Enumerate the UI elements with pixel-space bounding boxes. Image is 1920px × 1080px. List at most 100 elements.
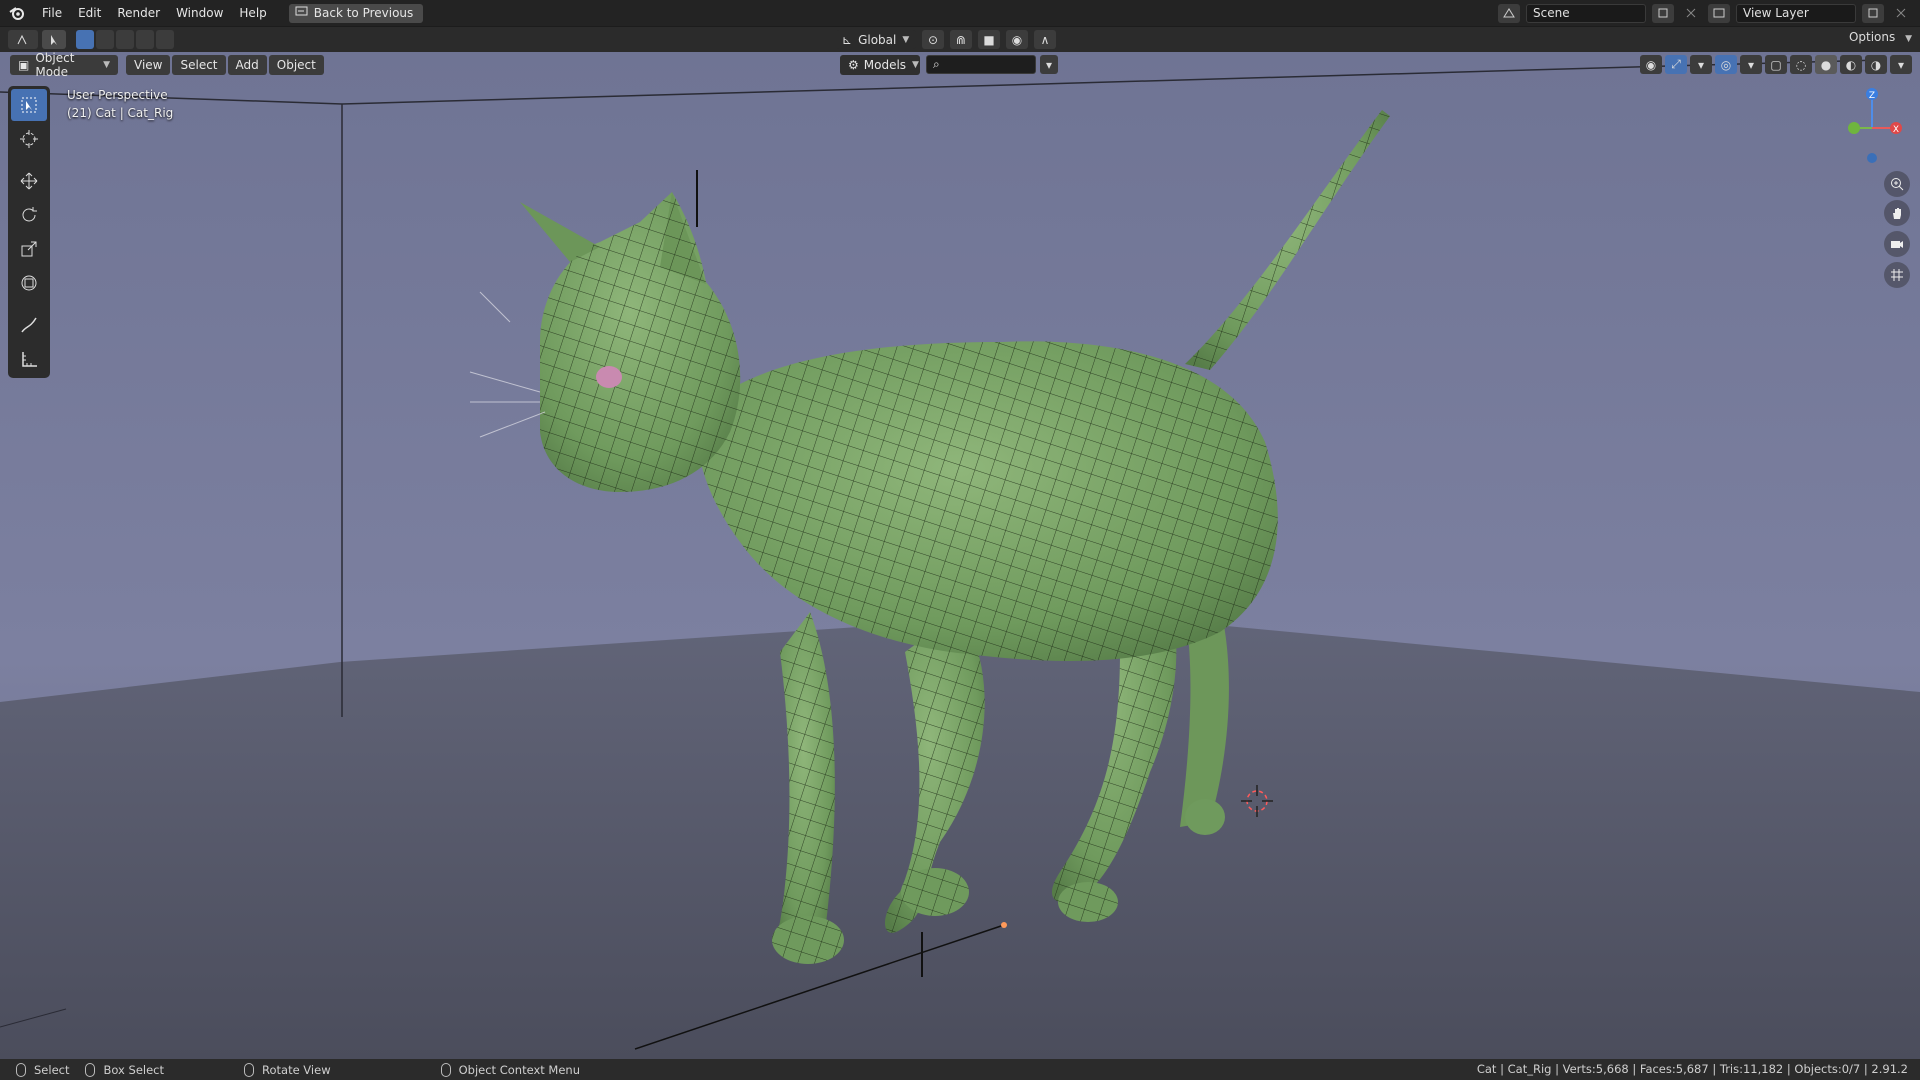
new-scene-icon[interactable] bbox=[1652, 3, 1674, 23]
gizmo-dropdown-icon[interactable]: ▾ bbox=[1690, 55, 1712, 74]
svg-text:X: X bbox=[1893, 125, 1899, 135]
measure-tool-icon[interactable] bbox=[11, 343, 47, 375]
status-context-menu: Object Context Menu bbox=[440, 1062, 580, 1077]
falloff-icon[interactable]: ∧ bbox=[1034, 30, 1056, 49]
status-box-select-label: Box Select bbox=[103, 1062, 164, 1077]
select-tool-icon[interactable] bbox=[42, 30, 66, 49]
annotate-tool-icon[interactable] bbox=[11, 309, 47, 341]
collection-filter: ⚙ Models ▼ ⌕ ▾ bbox=[840, 55, 1058, 75]
select-box-tool-icon[interactable] bbox=[11, 89, 47, 121]
overlay-dropdown-icon[interactable]: ▾ bbox=[1740, 55, 1762, 74]
back-to-previous-label: Back to Previous bbox=[313, 6, 414, 20]
topbar-right: Scene View Layer bbox=[1498, 0, 1920, 26]
view-layer-browse-icon[interactable] bbox=[1708, 3, 1730, 23]
search-input[interactable]: ⌕ bbox=[926, 55, 1036, 74]
object-mode-dropdown[interactable]: ▣ Object Mode ▼ bbox=[10, 51, 118, 79]
menu-object[interactable]: Object bbox=[268, 55, 324, 75]
scene-field[interactable]: Scene bbox=[1526, 3, 1646, 23]
chevron-down-icon: ▼ bbox=[902, 34, 910, 45]
rotate-tool-icon[interactable] bbox=[11, 199, 47, 231]
screen-icon bbox=[295, 6, 308, 20]
mouse-left-icon bbox=[16, 1062, 26, 1077]
mode-subtract-icon[interactable] bbox=[116, 30, 134, 49]
navigation-gizmo[interactable]: Z X bbox=[1842, 84, 1902, 164]
menu-select[interactable]: Select bbox=[172, 55, 226, 75]
orientation-dropdown[interactable]: ⊾ Global ▼ bbox=[836, 30, 916, 49]
menu-file[interactable]: File bbox=[34, 0, 70, 26]
scene-browse-icon[interactable] bbox=[1498, 3, 1520, 23]
wireframe-shading-icon[interactable]: ◌ bbox=[1790, 55, 1812, 74]
status-select: Select bbox=[16, 1062, 69, 1077]
chevron-down-icon: ▼ bbox=[1905, 34, 1912, 44]
orientation-icon: ⊾ bbox=[842, 32, 853, 47]
zoom-icon[interactable] bbox=[1884, 171, 1910, 197]
chevron-down-icon: ▼ bbox=[912, 60, 919, 70]
overlay-toggle-icon[interactable]: ◎ bbox=[1715, 55, 1737, 74]
mouse-right-icon bbox=[440, 1062, 451, 1077]
options-label: Options bbox=[1848, 30, 1896, 44]
editor-type-group bbox=[8, 30, 174, 49]
new-view-layer-icon[interactable] bbox=[1862, 3, 1884, 23]
proportional-edit-icon[interactable]: ◉ bbox=[1006, 30, 1028, 49]
delete-scene-icon[interactable] bbox=[1680, 4, 1702, 23]
scene-statistics: Cat | Cat_Rig | Verts:5,668 | Faces:5,68… bbox=[1476, 1062, 1908, 1076]
scale-tool-icon[interactable] bbox=[11, 233, 47, 265]
scene-name: Scene bbox=[1533, 6, 1570, 20]
solid-shading-icon[interactable]: ● bbox=[1815, 55, 1837, 74]
viewport-header: ▣ Object Mode ▼ View Select Add Object ⚙… bbox=[0, 51, 1920, 79]
blender-logo-icon[interactable] bbox=[0, 0, 34, 26]
menu-edit[interactable]: Edit bbox=[70, 0, 109, 26]
shading-dropdown-icon[interactable]: ▾ bbox=[1890, 55, 1912, 74]
orientation-label: Global bbox=[858, 32, 897, 47]
transform-tool-icon[interactable] bbox=[11, 267, 47, 299]
options-dropdown[interactable]: Options ▼ bbox=[1849, 30, 1912, 44]
transform-settings: ⊾ Global ▼ ⊙ ⋒ ■ ◉ ∧ bbox=[836, 30, 1056, 49]
menu-help[interactable]: Help bbox=[231, 0, 274, 26]
mode-difference-icon[interactable] bbox=[136, 30, 154, 49]
menu-window[interactable]: Window bbox=[168, 0, 231, 26]
svg-text:Z: Z bbox=[1869, 91, 1875, 101]
status-bar: Select Box Select Rotate View Object Con… bbox=[0, 1059, 1920, 1080]
search-icon: ⌕ bbox=[933, 57, 940, 71]
collection-dropdown[interactable]: ⚙ Models ▼ bbox=[840, 55, 920, 75]
mode-intersect-icon[interactable] bbox=[156, 30, 174, 49]
cursor-tool-icon[interactable] bbox=[11, 123, 47, 155]
pan-hand-icon[interactable] bbox=[1884, 200, 1910, 226]
rig-endpoint bbox=[1001, 922, 1007, 928]
menu-view[interactable]: View bbox=[126, 55, 171, 75]
status-box-select: Box Select bbox=[85, 1062, 164, 1077]
tool-settings-bar: ⊾ Global ▼ ⊙ ⋒ ■ ◉ ∧ Options ▼ bbox=[0, 26, 1920, 52]
view-layer-name: View Layer bbox=[1743, 6, 1809, 20]
status-context-label: Object Context Menu bbox=[458, 1062, 580, 1077]
axis-y-icon bbox=[1848, 122, 1860, 134]
mode-extend-icon[interactable] bbox=[96, 30, 114, 49]
3d-viewport[interactable] bbox=[0, 52, 1920, 1059]
pivot-point-icon[interactable]: ⊙ bbox=[922, 30, 944, 49]
filter-dropdown-icon[interactable]: ▾ bbox=[1040, 55, 1058, 74]
snap-target-icon[interactable]: ■ bbox=[978, 30, 1000, 49]
mouse-drag-icon bbox=[85, 1062, 96, 1077]
rendered-shading-icon[interactable]: ◑ bbox=[1865, 55, 1887, 74]
back-to-previous-button[interactable]: Back to Previous bbox=[288, 3, 424, 23]
camera-view-icon[interactable] bbox=[1884, 231, 1910, 257]
xray-toggle-icon[interactable]: ▢ bbox=[1765, 55, 1787, 74]
snap-icon[interactable]: ⋒ bbox=[950, 30, 972, 49]
gizmo-toggle-icon[interactable]: ⤢ bbox=[1665, 55, 1687, 74]
visibility-icon[interactable]: ◉ bbox=[1640, 55, 1662, 74]
collection-icon: ⚙ bbox=[848, 58, 859, 72]
collection-label: Models bbox=[863, 58, 907, 72]
delete-view-layer-icon[interactable] bbox=[1890, 4, 1912, 23]
viewport-display-controls: ◉ ⤢ ▾ ◎ ▾ ▢ ◌ ● ◐ ◑ ▾ bbox=[1640, 55, 1912, 74]
mouse-middle-icon bbox=[244, 1062, 254, 1077]
status-rotate-view: Rotate View bbox=[244, 1062, 331, 1077]
top-menu-bar: File Edit Render Window Help Back to Pre… bbox=[0, 0, 1920, 26]
view-layer-field[interactable]: View Layer bbox=[1736, 3, 1856, 23]
editor-type-icon[interactable] bbox=[8, 30, 38, 49]
mode-set-icon[interactable] bbox=[76, 30, 94, 49]
move-tool-icon[interactable] bbox=[11, 165, 47, 197]
menu-render[interactable]: Render bbox=[109, 0, 168, 26]
material-shading-icon[interactable]: ◐ bbox=[1840, 55, 1862, 74]
ortho-grid-icon[interactable] bbox=[1884, 262, 1910, 288]
view-perspective-label: User Perspective bbox=[67, 88, 168, 102]
menu-add[interactable]: Add bbox=[227, 55, 267, 75]
